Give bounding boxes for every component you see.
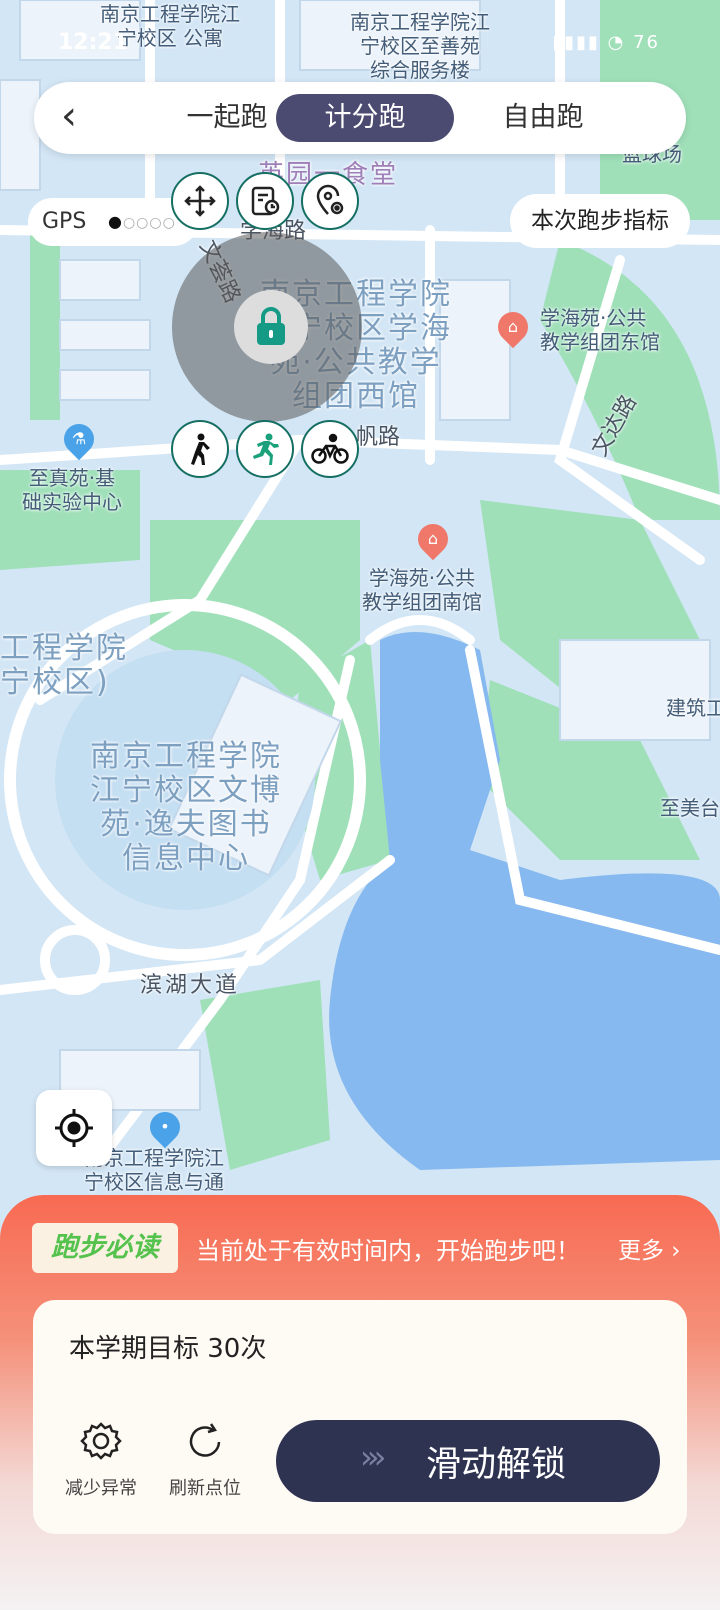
run-mode-tabs: ‹ 一起跑 计分跑 自由跑: [34, 82, 686, 154]
info-pin-icon[interactable]: •: [143, 1105, 187, 1149]
lab-pin-icon[interactable]: ⚗: [57, 417, 101, 461]
slide-arrows-icon: ›››: [360, 1438, 387, 1476]
bottom-panel: 跑步必读 当前处于有效时间内，开始跑步吧！ 更多 › 本学期目标 30次 减少异…: [0, 1195, 720, 1610]
map-label-library: 南京工程学院 江宁校区文博 苑·逸夫图书 信息中心: [90, 739, 282, 876]
run-control-card: 本学期目标 30次 减少异常 刷新点位 ››› 滑动解锁: [33, 1300, 687, 1534]
record-history-icon[interactable]: [236, 172, 294, 230]
map-label-campus-left: 工程学院 宁校区): [0, 631, 128, 700]
status-bar: 12:21 ▮▮▮▮ ◔ 76: [58, 24, 660, 64]
south-poi-pin-icon[interactable]: ⌂: [411, 517, 455, 561]
status-icons: ▮▮▮▮ ◔ 76: [552, 32, 660, 53]
map-lock-overlay[interactable]: [172, 232, 362, 422]
more-link[interactable]: 更多 ›: [618, 1231, 681, 1265]
locate-button[interactable]: [36, 1090, 112, 1166]
run-guide-tag[interactable]: 跑步必读: [32, 1223, 178, 1273]
poi-pin-icon[interactable]: ⌂: [491, 305, 535, 349]
map-label-fan-road: 帆路: [356, 425, 401, 450]
map-label-binhu-road: 滨湖大道: [140, 973, 241, 998]
refresh-points-button[interactable]: 刷新点位: [163, 1420, 247, 1500]
slide-to-unlock[interactable]: ››› 滑动解锁: [276, 1420, 660, 1502]
crosshair-icon: [55, 1109, 93, 1147]
gps-signal-dots: ●○○○○: [108, 212, 176, 231]
run-notice-text: 当前处于有效时间内，开始跑步吧！: [196, 1237, 580, 1265]
tab-score-run[interactable]: 计分跑: [276, 94, 454, 142]
reduce-anomaly-label: 减少异常: [65, 1478, 137, 1499]
run-metrics-button[interactable]: 本次跑步指标: [510, 194, 690, 248]
reduce-anomaly-button[interactable]: 减少异常: [59, 1420, 143, 1500]
map-label-architecture: 建筑工: [666, 696, 720, 720]
refresh-icon: [189, 1423, 221, 1457]
refresh-points-label: 刷新点位: [169, 1478, 241, 1499]
tab-free-run[interactable]: 自由跑: [454, 94, 632, 142]
move-icon[interactable]: [171, 172, 229, 230]
more-label: 更多: [618, 1238, 664, 1264]
map-label-lab-center: 至真苑·基 础实验中心: [22, 466, 122, 514]
status-time: 12:21: [58, 30, 129, 55]
semester-goal: 本学期目标 30次: [69, 1334, 267, 1364]
run-icon[interactable]: [236, 420, 294, 478]
gear-icon: [80, 1422, 122, 1460]
location-settings-icon[interactable]: [301, 172, 359, 230]
map-label-east-building: 学海苑·公共 教学组团东馆: [540, 306, 660, 354]
bike-icon[interactable]: [301, 420, 359, 478]
chevron-left-icon[interactable]: ‹: [44, 92, 94, 144]
chevron-right-icon: ›: [664, 1238, 681, 1264]
gps-label: GPS: [42, 209, 87, 234]
map-label-south-building: 学海苑·公共 教学组团南馆: [362, 566, 482, 614]
walk-icon[interactable]: [171, 420, 229, 478]
map-label-zhimei: 至美台: [660, 796, 720, 820]
lock-icon[interactable]: [234, 290, 308, 364]
slide-unlock-label: 滑动解锁: [426, 1445, 567, 1485]
